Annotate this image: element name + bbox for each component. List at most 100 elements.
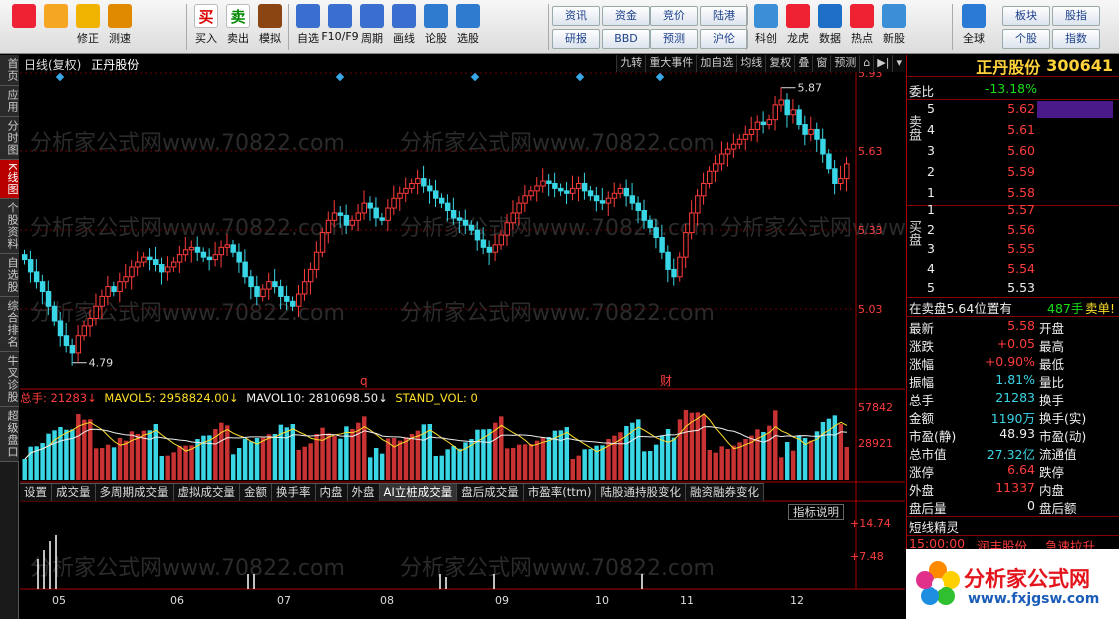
toolbar-link-3[interactable]: 指数 [1052, 29, 1100, 49]
stat-value: +0.90% [984, 354, 1035, 369]
toolbar-button-gavel[interactable]: 模拟 [254, 4, 286, 50]
toolbar-button-f10[interactable]: F10/F9 [321, 4, 359, 50]
indicator-tab-0[interactable]: 设置 [20, 484, 52, 501]
flower-logo-icon [916, 561, 960, 605]
event-diamond-icon[interactable] [55, 72, 65, 82]
chart-tool-6[interactable]: 窗 [812, 55, 830, 72]
chart-tool-5[interactable]: 叠 [794, 55, 812, 72]
candle-body [546, 180, 552, 184]
candle-body [623, 187, 630, 197]
toolbar-link-0[interactable]: 资讯 [552, 6, 600, 26]
chart-tool-3[interactable]: 均线 [736, 55, 765, 72]
stat-row: 涨幅 +0.90% 最低 [907, 354, 1119, 372]
toolbar-link-3[interactable]: 沪伦 [700, 29, 748, 49]
event-diamond-icon[interactable] [575, 72, 585, 82]
left-tab-6[interactable]: 综合排名 [0, 297, 19, 353]
toolbar-button-buy[interactable]: 买买入 [190, 4, 222, 50]
toolbar-button-kechuang[interactable]: 科创 [750, 4, 782, 50]
chart-tool-7[interactable]: 预测 [830, 55, 859, 72]
event-diamond-icon[interactable] [655, 72, 665, 82]
indicator-tab-3[interactable]: 虚拟成交量 [174, 484, 240, 501]
toolbar-link-2[interactable]: 预测 [650, 29, 698, 49]
indicator-tab-10[interactable]: 市盈率(ttm) [524, 484, 597, 501]
indicator-tab-8[interactable]: AI立桩成交量 [379, 484, 458, 501]
candle-body [778, 99, 784, 106]
volume-bar [445, 449, 450, 480]
chart-tool-10[interactable]: ▾ [892, 55, 905, 72]
toolbar-link-2[interactable]: 个股 [1002, 29, 1050, 49]
buy-price: 5.55 [1007, 241, 1035, 256]
indicator-help-button[interactable]: 指标说明 [788, 504, 844, 520]
volume-bar [505, 448, 510, 480]
toolbar-link-3[interactable]: BBD [602, 29, 650, 49]
indicator-tab-2[interactable]: 多周期成交量 [96, 484, 174, 501]
indicator-tab-11[interactable]: 陆股通持股变化 [596, 484, 686, 501]
discuss-icon [424, 4, 448, 28]
kline-svg[interactable]: 分析家公式网www.70822.com 分析家公式网www.70822.com 分析… [20, 55, 905, 619]
volume-bar [761, 432, 766, 480]
volume-bar [242, 438, 248, 480]
chart-tool-0[interactable]: 九转 [616, 55, 645, 72]
indicator-tab-7[interactable]: 外盘 [348, 484, 380, 501]
left-tab-1[interactable]: 应用 [0, 86, 19, 117]
chart-tool-2[interactable]: 加自选 [696, 55, 736, 72]
volume-bar [516, 444, 522, 480]
toolbar-link-1[interactable]: 股指 [1052, 6, 1100, 26]
toolbar-button-cycle[interactable]: 周期 [356, 4, 388, 50]
toolbar-button-select-stock[interactable]: 选股 [452, 4, 484, 50]
candle-body [313, 251, 320, 270]
indicator-tab-9[interactable]: 盘后成交量 [457, 484, 524, 501]
short-title-row: 短线精灵 [907, 517, 1119, 535]
toolbar-button-globe[interactable]: 全球 [958, 4, 990, 50]
chart-tool-4[interactable]: 复权 [765, 55, 794, 72]
toolbar-link-1[interactable]: 陆港 [700, 6, 748, 26]
left-tab-0[interactable]: 首页 [0, 55, 19, 86]
toolbar-button-back-arrow[interactable] [40, 4, 72, 50]
candle-body [838, 178, 844, 184]
toolbar-button-hot[interactable]: 热点 [846, 4, 878, 50]
volume-bar [403, 437, 409, 480]
toolbar-link-0[interactable]: 板块 [1002, 6, 1050, 26]
left-tab-3[interactable]: K线图 [0, 160, 19, 200]
chart-tool-8[interactable]: ⌂ [859, 55, 873, 72]
toolbar-link-2[interactable]: 研报 [552, 29, 600, 49]
indicator-tab-4[interactable]: 金额 [240, 484, 272, 501]
left-tab-5[interactable]: 自选股 [0, 254, 19, 298]
toolbar-button-clock[interactable]: 测速 [104, 4, 136, 50]
toolbar-button-pencil[interactable]: 画线 [388, 4, 420, 50]
toolbar-button-newstock[interactable]: 新股 [878, 4, 910, 50]
volume-bar [147, 430, 153, 480]
event-diamond-icon[interactable] [335, 72, 345, 82]
candle-body [218, 246, 225, 256]
toolbar-button-star[interactable]: 自选 [292, 4, 324, 50]
toolbar-link-0[interactable]: 竞价 [650, 6, 698, 26]
quote-stock-code: 300641 [1046, 56, 1113, 75]
toolbar-button-pe[interactable]: 数据 [814, 4, 846, 50]
event-diamond-icon[interactable] [470, 72, 480, 82]
toolbar-button-label: 新股 [883, 32, 905, 45]
toolbar-button-dragon[interactable]: 龙虎 [782, 4, 814, 50]
toolbar-button-windows[interactable] [8, 4, 40, 50]
volume-bar [362, 416, 367, 480]
indicator-tab-6[interactable]: 内盘 [316, 484, 348, 501]
toolbar-link-1[interactable]: 资金 [602, 6, 650, 26]
stat-value: 48.93 [999, 426, 1035, 441]
candle-body [272, 281, 278, 288]
toolbar-button-discuss[interactable]: 论股 [420, 4, 452, 50]
left-tab-2[interactable]: 分时图 [0, 117, 19, 160]
left-tab-8[interactable]: 超级盘口 [0, 407, 19, 463]
toolbar-separator [548, 4, 549, 50]
left-tab-7[interactable]: 牛叉诊股 [0, 352, 19, 408]
stat-row: 金额 1190万 换手(实) [907, 408, 1119, 426]
indicator-tab-12[interactable]: 融资融券变化 [686, 484, 764, 501]
volume-bar [314, 434, 319, 480]
toolbar-button-adjust[interactable]: 修正 [72, 4, 104, 50]
chart-tool-1[interactable]: 重大事件 [645, 55, 696, 72]
candle-body [403, 187, 409, 194]
toolbar-button-sell[interactable]: 卖卖出 [222, 4, 254, 50]
left-tab-4[interactable]: 个股资料 [0, 199, 19, 255]
chart-tool-9[interactable]: ▶| [873, 55, 892, 72]
indicator-tab-5[interactable]: 换手率 [272, 484, 316, 501]
indicator-tab-1[interactable]: 成交量 [52, 484, 96, 501]
kline-chart-area[interactable]: 分析家公式网www.70822.com 分析家公式网www.70822.com 分析… [20, 55, 905, 619]
